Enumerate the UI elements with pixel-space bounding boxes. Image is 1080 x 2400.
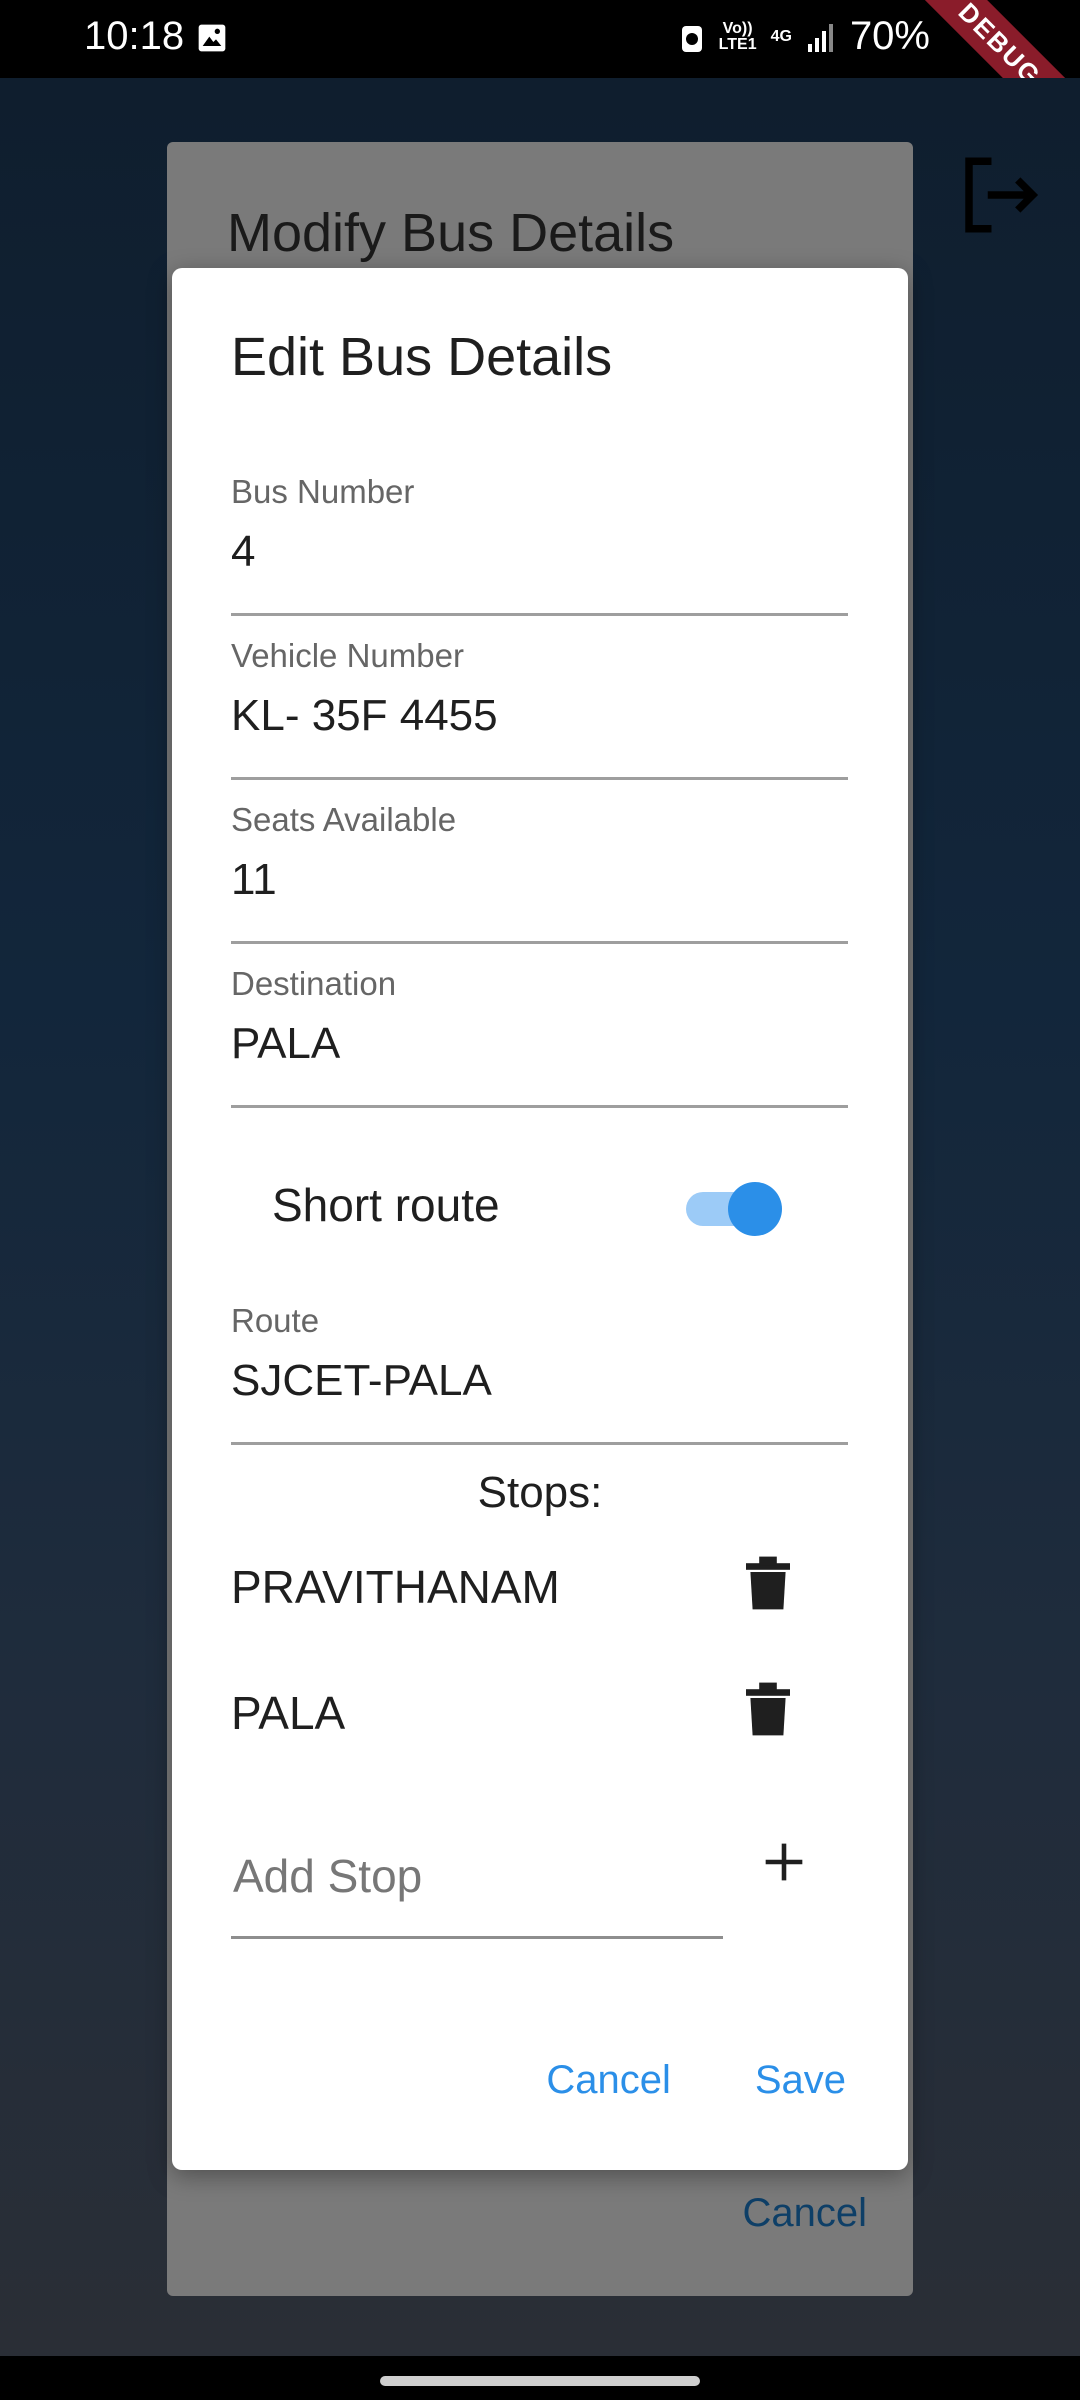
- seats-available-label: Seats Available: [231, 801, 457, 838]
- destination-field[interactable]: Destination PALA: [231, 965, 848, 1108]
- destination-underline: [231, 1105, 848, 1108]
- battery-percentage: 70%: [849, 14, 930, 58]
- bus-number-value[interactable]: 4: [231, 527, 848, 577]
- destination-label: Destination: [231, 965, 397, 1002]
- home-gesture-pill[interactable]: [380, 2376, 700, 2386]
- navigation-bar: [0, 2356, 1080, 2400]
- stop-item: PALA: [231, 1672, 848, 1752]
- logout-icon[interactable]: [954, 150, 1044, 240]
- seats-available-field[interactable]: Seats Available 11: [231, 801, 848, 944]
- add-stop-input[interactable]: [231, 1848, 727, 1904]
- add-stop-field[interactable]: [231, 1828, 727, 1939]
- cancel-button[interactable]: Cancel: [546, 2058, 671, 2103]
- short-route-row: Short route: [272, 1168, 792, 1248]
- short-route-switch[interactable]: [686, 1178, 782, 1238]
- stop-name: PRAVITHANAM: [231, 1561, 560, 1613]
- dialog-actions: Cancel Save: [546, 2058, 846, 2103]
- status-time: 10:18: [84, 14, 185, 58]
- edit-bus-dialog: Edit Bus Details Bus Number 4 Vehicle Nu…: [172, 268, 908, 2170]
- stops-heading: Stops:: [477, 1468, 603, 1517]
- status-icons: Vo)) LTE1 4G 70%: [679, 14, 930, 59]
- volte-indicator: Vo)) LTE1: [718, 19, 757, 53]
- image-notification-icon: [198, 24, 226, 52]
- vehicle-number-underline: [231, 777, 848, 780]
- short-route-label: Short route: [272, 1179, 500, 1231]
- vehicle-number-label: Vehicle Number: [231, 637, 464, 674]
- bus-number-underline: [231, 613, 848, 616]
- route-underline: [231, 1442, 848, 1445]
- switch-thumb: [728, 1182, 782, 1236]
- vehicle-number-value[interactable]: KL- 35F 4455: [231, 691, 848, 741]
- modify-bus-title: Modify Bus Details: [227, 203, 675, 263]
- bus-number-field[interactable]: Bus Number 4: [231, 473, 848, 616]
- route-field[interactable]: Route SJCET-PALA: [231, 1302, 848, 1445]
- bus-number-label: Bus Number: [231, 473, 415, 510]
- status-bar: 10:18 Vo)) LTE1 4G 70% DEBUG: [0, 0, 1080, 166]
- seats-available-value[interactable]: 11: [231, 855, 848, 905]
- add-stop-underline: [231, 1936, 723, 1939]
- route-value[interactable]: SJCET-PALA: [231, 1356, 848, 1406]
- vehicle-number-field[interactable]: Vehicle Number KL- 35F 4455: [231, 637, 848, 780]
- save-button[interactable]: Save: [755, 2058, 846, 2103]
- seats-available-underline: [231, 941, 848, 944]
- delete-stop-icon[interactable]: [746, 1556, 790, 1610]
- outer-cancel-button[interactable]: Cancel: [742, 2191, 867, 2236]
- route-label: Route: [231, 1302, 320, 1339]
- stop-item: PRAVITHANAM: [231, 1546, 848, 1626]
- delete-stop-icon[interactable]: [746, 1682, 790, 1736]
- alarm-icon: [681, 25, 702, 52]
- add-stop-plus-icon[interactable]: [762, 1840, 806, 1884]
- network-type: 4G: [770, 27, 792, 45]
- stop-name: PALA: [231, 1687, 346, 1739]
- dialog-title: Edit Bus Details: [231, 327, 613, 387]
- signal-icon: [807, 23, 833, 52]
- destination-value[interactable]: PALA: [231, 1019, 848, 1069]
